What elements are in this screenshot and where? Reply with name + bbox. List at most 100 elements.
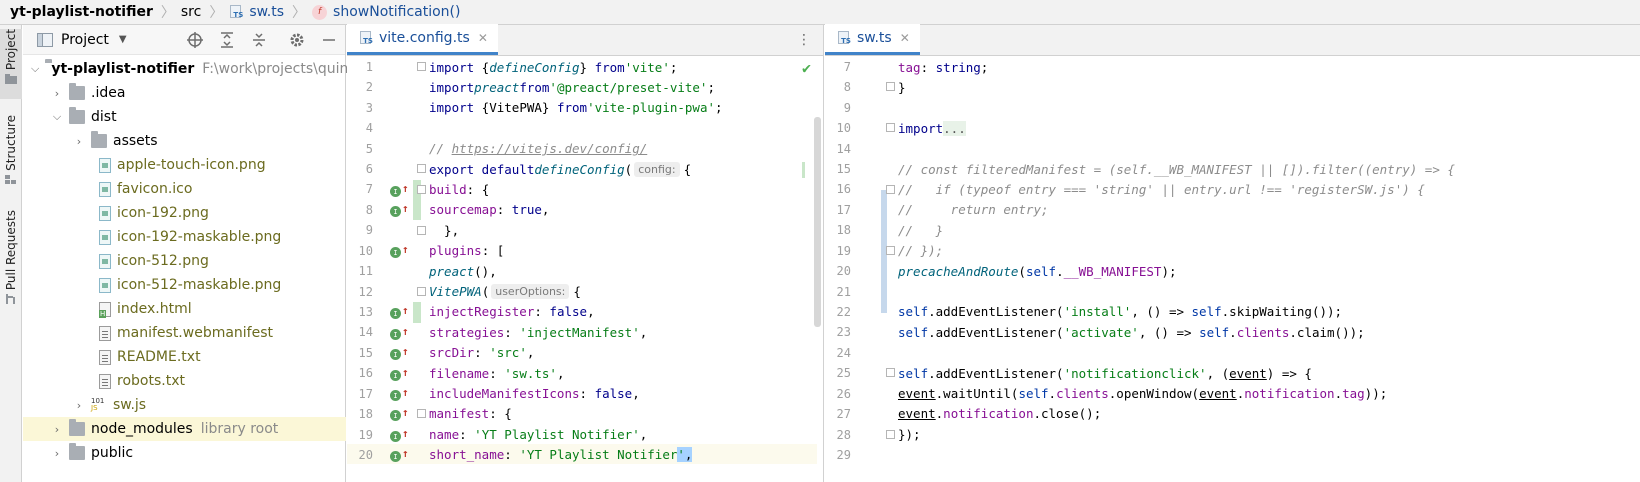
- minimize-icon[interactable]: [321, 32, 337, 48]
- image-file-icon: [99, 205, 111, 221]
- implement-icon[interactable]: I: [390, 206, 401, 217]
- arrow-up-icon: ↑: [402, 325, 409, 338]
- fold-marker[interactable]: [886, 246, 895, 255]
- implement-icon[interactable]: I: [390, 186, 401, 197]
- tree-item-icon-192-maskable[interactable]: icon-192-maskable.png: [23, 225, 346, 249]
- fold-marker[interactable]: [417, 287, 426, 296]
- code-line: filename: 'sw.ts',: [429, 365, 565, 381]
- code-line: manifest: {: [429, 406, 512, 422]
- line-number: 2: [365, 80, 373, 94]
- implement-icon[interactable]: I: [390, 308, 401, 319]
- arrow-up-icon: ↑: [402, 366, 409, 379]
- code-line: injectRegister: false,: [429, 304, 595, 320]
- gear-icon[interactable]: [289, 32, 305, 48]
- image-file-icon: [99, 181, 111, 197]
- editor-scrollbar[interactable]: [814, 117, 821, 327]
- project-tree: ⌵ yt-playlist-notifier F:\work\projects\…: [23, 57, 352, 465]
- line-number: 24: [836, 346, 851, 360]
- tab-sw-ts[interactable]: TS sw.ts ✕: [825, 24, 920, 55]
- implement-icon[interactable]: I: [390, 390, 401, 401]
- locate-icon[interactable]: [187, 31, 203, 48]
- implement-icon[interactable]: I: [390, 349, 401, 360]
- chevron-right-icon: 〉: [292, 5, 307, 21]
- tree-item-dist[interactable]: ⌵ dist: [23, 105, 346, 129]
- implement-icon[interactable]: I: [390, 247, 401, 258]
- line-number: 15: [836, 162, 851, 176]
- implement-icon[interactable]: I: [390, 370, 401, 381]
- code-line: srcDir: 'src',: [429, 345, 535, 361]
- chevron-down-icon[interactable]: ▼: [119, 34, 127, 45]
- code-line: name: 'YT Playlist Notifier',: [429, 426, 648, 442]
- tree-item-robots[interactable]: robots.txt: [23, 369, 346, 393]
- close-icon[interactable]: ✕: [900, 31, 910, 45]
- chevron-right-icon[interactable]: ›: [51, 423, 63, 436]
- breadcrumb-project[interactable]: yt-playlist-notifier 〉: [10, 0, 181, 25]
- implement-icon[interactable]: I: [390, 329, 401, 340]
- code-line: // });: [898, 243, 944, 259]
- text-file-icon: [99, 349, 111, 365]
- tree-item-index-html[interactable]: index.html: [23, 297, 346, 321]
- line-number: 26: [836, 387, 851, 401]
- chevron-right-icon[interactable]: ›: [51, 447, 63, 460]
- tree-item-apple-touch-icon[interactable]: apple-touch-icon.png: [23, 153, 346, 177]
- tree-item-icon-192[interactable]: icon-192.png: [23, 201, 346, 225]
- fold-marker[interactable]: [417, 226, 426, 235]
- tree-item-readme[interactable]: README.txt: [23, 345, 346, 369]
- tree-item-assets[interactable]: › assets: [23, 129, 346, 153]
- collapse-all-icon[interactable]: [251, 32, 267, 48]
- fold-marker[interactable]: [886, 123, 895, 132]
- more-options-icon[interactable]: ⋮: [797, 32, 811, 48]
- arrow-up-icon: ↑: [402, 427, 409, 440]
- chevron-down-icon[interactable]: ⌵: [51, 110, 63, 124]
- chevron-right-icon[interactable]: ›: [51, 87, 63, 100]
- fold-marker[interactable]: [417, 409, 426, 418]
- close-icon[interactable]: ✕: [478, 31, 488, 45]
- chevron-down-icon[interactable]: ⌵: [31, 62, 39, 76]
- expand-all-icon[interactable]: [219, 31, 235, 48]
- breadcrumb-src[interactable]: src 〉: [181, 0, 229, 25]
- tree-item-idea[interactable]: › .idea: [23, 81, 346, 105]
- line-number: 7: [365, 182, 373, 196]
- fold-marker[interactable]: [886, 368, 895, 377]
- tree-item-manifest[interactable]: manifest.webmanifest: [23, 321, 346, 345]
- html-file-icon: [99, 301, 111, 318]
- tree-item-public[interactable]: › public: [23, 441, 346, 465]
- breadcrumb-function[interactable]: f showNotification(): [312, 0, 460, 25]
- fold-marker[interactable]: [417, 164, 426, 173]
- fold-marker[interactable]: [886, 82, 895, 91]
- line-number: 5: [365, 142, 373, 156]
- tool-tab-project[interactable]: Project: [0, 29, 22, 99]
- fold-marker[interactable]: [886, 430, 895, 439]
- line-number: 16: [358, 366, 373, 380]
- tree-item-icon-512-maskable[interactable]: icon-512-maskable.png: [23, 273, 346, 297]
- code-line: short_name: 'YT Playlist Notifier',: [429, 447, 693, 463]
- param-hint-useroptions: userOptions:: [491, 284, 570, 300]
- arrow-up-icon: ↑: [402, 243, 409, 256]
- tab-vite-config[interactable]: TS vite.config.ts ✕: [347, 24, 498, 55]
- implement-icon[interactable]: I: [390, 431, 401, 442]
- chevron-right-icon[interactable]: ›: [73, 399, 85, 412]
- fold-marker[interactable]: [886, 185, 895, 194]
- tree-item-sw-js[interactable]: › 101 JS sw.js: [23, 393, 346, 417]
- code-area-left[interactable]: 1 2 3 4 5 6 7 8 9 10 11 12 13 14 15 16 1…: [347, 57, 824, 482]
- editor-sw-ts: TS sw.ts ✕ 7 8 9 10 14 15 16 17 18 19 20…: [825, 24, 1640, 482]
- code-line: import {defineConfig} from 'vite';: [429, 59, 678, 75]
- vcs-change-marker: [413, 302, 421, 323]
- breadcrumb-file[interactable]: TS sw.ts 〉: [229, 0, 312, 25]
- fold-marker[interactable]: [417, 62, 426, 71]
- implement-icon[interactable]: I: [390, 410, 401, 421]
- implement-icon[interactable]: I: [390, 451, 401, 462]
- tool-tab-pull-requests[interactable]: Pull Requests: [0, 210, 22, 310]
- line-number: 10: [836, 121, 851, 135]
- code-area-right[interactable]: 7 8 9 10 14 15 16 17 18 19 20 21 22 23 2…: [825, 57, 1640, 482]
- fold-marker[interactable]: [417, 185, 426, 194]
- line-number: 29: [836, 448, 851, 462]
- tree-item-favicon[interactable]: favicon.ico: [23, 177, 346, 201]
- tree-item-icon-512[interactable]: icon-512.png: [23, 249, 346, 273]
- code-line: // return entry;: [898, 202, 1049, 218]
- tool-tab-structure[interactable]: Structure: [0, 115, 22, 195]
- tree-item-root[interactable]: ⌵ yt-playlist-notifier F:\work\projects\…: [23, 57, 352, 81]
- tree-item-node-modules[interactable]: › node_modules library root: [23, 417, 346, 441]
- chevron-right-icon[interactable]: ›: [73, 135, 85, 148]
- code-line: VitePWA(userOptions:{: [429, 284, 581, 300]
